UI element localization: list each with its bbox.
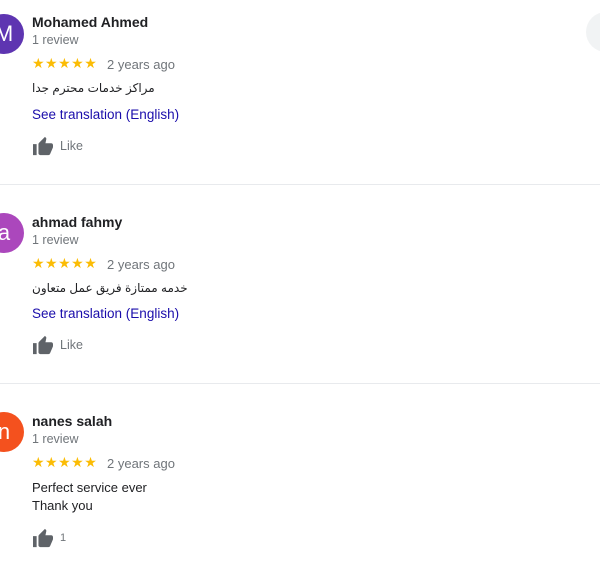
thumbs-up-icon: [33, 136, 53, 156]
reviewer-name[interactable]: nanes salah: [32, 413, 112, 429]
star-rating: ★★★★★: [32, 55, 98, 71]
like-button[interactable]: 1: [32, 527, 66, 549]
divider: [0, 184, 600, 185]
like-count: 1: [60, 532, 67, 544]
review-count: 1 review: [32, 432, 79, 446]
like-button[interactable]: Like: [32, 135, 83, 157]
star-rating: ★★★★★: [32, 255, 98, 271]
like-label: Like: [60, 139, 83, 153]
thumbs-up-icon: [33, 335, 53, 355]
review-count: 1 review: [32, 233, 79, 247]
star-rating: ★★★★★: [32, 454, 98, 470]
avatar[interactable]: a: [0, 213, 24, 253]
see-translation-link[interactable]: See translation (English): [32, 107, 179, 122]
more-options-button[interactable]: [586, 12, 600, 52]
avatar[interactable]: M: [0, 14, 24, 54]
divider: [0, 383, 600, 384]
see-translation-link[interactable]: See translation (English): [32, 306, 179, 321]
like-button[interactable]: Like: [32, 334, 83, 356]
review-date: 2 years ago: [107, 57, 175, 72]
review-date: 2 years ago: [107, 257, 175, 272]
review-text-line: Perfect service ever: [32, 480, 147, 495]
review-text: مراكز خدمات محترم جدا: [32, 81, 155, 95]
review-date: 2 years ago: [107, 456, 175, 471]
thumbs-up-icon: [33, 528, 53, 548]
reviewer-name[interactable]: Mohamed Ahmed: [32, 14, 148, 30]
review-text-line: Thank you: [32, 498, 93, 513]
reviewer-name[interactable]: ahmad fahmy: [32, 214, 122, 230]
like-label: Like: [60, 338, 83, 352]
review-text: خدمه ممتازة فريق عمل متعاون: [32, 281, 188, 295]
avatar[interactable]: n: [0, 412, 24, 452]
review-count: 1 review: [32, 33, 79, 47]
